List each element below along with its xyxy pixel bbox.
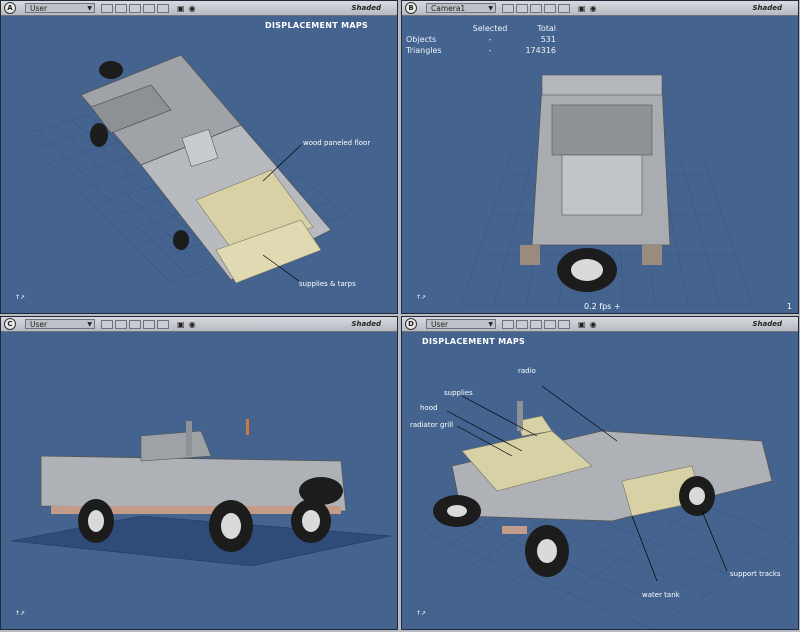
viewport-title: DISPLACEMENT MAPS bbox=[265, 21, 369, 30]
shading-mode[interactable]: Shaded bbox=[752, 320, 782, 328]
eye-icon[interactable]: ◉ bbox=[189, 4, 196, 13]
camera-select[interactable]: User ▼ bbox=[25, 3, 95, 13]
viewport-letter: D bbox=[405, 318, 417, 330]
view-buttons bbox=[101, 319, 169, 329]
annotation: supplies bbox=[444, 389, 473, 397]
render-icon[interactable]: ▣ bbox=[177, 320, 185, 329]
axis-gizmo-icon: ↑↗ bbox=[15, 294, 26, 301]
viewport-grid: A User ▼ ▣ ◉ Shaded DISPLACEMENT MAPS wo… bbox=[0, 0, 800, 632]
viewport-a-header: A User ▼ ▣ ◉ Shaded bbox=[1, 1, 397, 16]
view-button[interactable] bbox=[129, 3, 141, 13]
view-button[interactable] bbox=[115, 319, 127, 329]
render-icon[interactable]: ▣ bbox=[578, 4, 586, 13]
viewport-b[interactable]: B Camera1 ▼ ▣ ◉ Shaded Selected Total Obje… bbox=[401, 0, 799, 314]
viewport-d[interactable]: D User ▼ ▣ ◉ Shaded DISPLACEMENT MAPS ra… bbox=[401, 316, 799, 630]
view-button[interactable] bbox=[530, 319, 542, 329]
annotation: hood bbox=[420, 404, 438, 412]
view-button[interactable] bbox=[101, 319, 113, 329]
viewport-b-header: B Camera1 ▼ ▣ ◉ Shaded bbox=[402, 1, 798, 16]
chevron-down-icon: ▼ bbox=[488, 5, 493, 12]
shading-mode[interactable]: Shaded bbox=[752, 4, 782, 12]
scene-a bbox=[20, 54, 347, 284]
viewport-letter: A bbox=[4, 2, 16, 14]
view-button[interactable] bbox=[502, 3, 514, 13]
eye-icon[interactable]: ◉ bbox=[590, 4, 597, 13]
view-button[interactable] bbox=[502, 319, 514, 329]
chevron-down-icon: ▼ bbox=[87, 5, 92, 12]
annotation: water tank bbox=[642, 591, 680, 599]
axis-gizmo-icon: ↑↗ bbox=[15, 610, 26, 617]
fps-readout: 0.2 fps + bbox=[584, 302, 621, 311]
view-button[interactable] bbox=[544, 3, 556, 13]
jeep-model bbox=[80, 54, 332, 284]
view-button[interactable] bbox=[143, 319, 155, 329]
camera-name: User bbox=[30, 4, 48, 13]
annotation: support tracks bbox=[730, 570, 781, 578]
viewport-letter: C bbox=[4, 318, 16, 330]
annotation: radio bbox=[518, 367, 536, 375]
viewport-d-header: D User ▼ ▣ ◉ Shaded bbox=[402, 317, 798, 332]
camera-select[interactable]: User ▼ bbox=[426, 319, 496, 329]
viewport-letter: B bbox=[405, 2, 417, 14]
view-buttons bbox=[101, 3, 169, 13]
viewport-c-header: C User ▼ ▣ ◉ Shaded bbox=[1, 317, 397, 332]
shading-mode[interactable]: Shaded bbox=[351, 320, 381, 328]
viewport-c[interactable]: C User ▼ ▣ ◉ Shaded ↑↗ bbox=[0, 316, 398, 630]
chevron-down-icon: ▼ bbox=[488, 321, 493, 328]
camera-select[interactable]: Camera1 ▼ bbox=[426, 3, 496, 13]
axis-gizmo-icon: ↑↗ bbox=[416, 294, 427, 301]
camera-name: User bbox=[431, 320, 449, 329]
scene-b bbox=[461, 74, 753, 306]
view-buttons bbox=[502, 319, 570, 329]
view-button[interactable] bbox=[129, 319, 141, 329]
render-icon[interactable]: ▣ bbox=[578, 320, 586, 329]
viewport-title: DISPLACEMENT MAPS bbox=[422, 337, 526, 346]
scene-c bbox=[10, 419, 392, 567]
view-button[interactable] bbox=[516, 3, 528, 13]
ground-grid bbox=[10, 515, 392, 567]
view-button[interactable] bbox=[101, 3, 113, 13]
eye-icon[interactable]: ◉ bbox=[189, 320, 196, 329]
chevron-down-icon: ▼ bbox=[87, 321, 92, 328]
camera-name: User bbox=[30, 320, 48, 329]
view-button[interactable] bbox=[558, 3, 570, 13]
view-button[interactable] bbox=[516, 319, 528, 329]
scene-d bbox=[421, 385, 793, 629]
view-buttons bbox=[502, 3, 570, 13]
viewport-number: 1 bbox=[786, 302, 792, 311]
eye-icon[interactable]: ◉ bbox=[590, 320, 597, 329]
annotation: radiator grill bbox=[410, 421, 454, 429]
view-button[interactable] bbox=[157, 319, 169, 329]
camera-select[interactable]: User ▼ bbox=[25, 319, 95, 329]
camera-name: Camera1 bbox=[431, 4, 466, 13]
view-button[interactable] bbox=[544, 319, 556, 329]
viewport-a[interactable]: A User ▼ ▣ ◉ Shaded DISPLACEMENT MAPS wo… bbox=[0, 0, 398, 314]
view-button[interactable] bbox=[530, 3, 542, 13]
annotation: supplies & tarps bbox=[299, 280, 356, 288]
render-icon[interactable]: ▣ bbox=[177, 4, 185, 13]
shading-mode[interactable]: Shaded bbox=[351, 4, 381, 12]
view-button[interactable] bbox=[558, 319, 570, 329]
annotation: wood paneled floor bbox=[303, 139, 371, 147]
view-button[interactable] bbox=[157, 3, 169, 13]
view-button[interactable] bbox=[115, 3, 127, 13]
view-button[interactable] bbox=[143, 3, 155, 13]
jeep-model bbox=[520, 74, 671, 292]
axis-gizmo-icon: ↑↗ bbox=[416, 610, 427, 617]
